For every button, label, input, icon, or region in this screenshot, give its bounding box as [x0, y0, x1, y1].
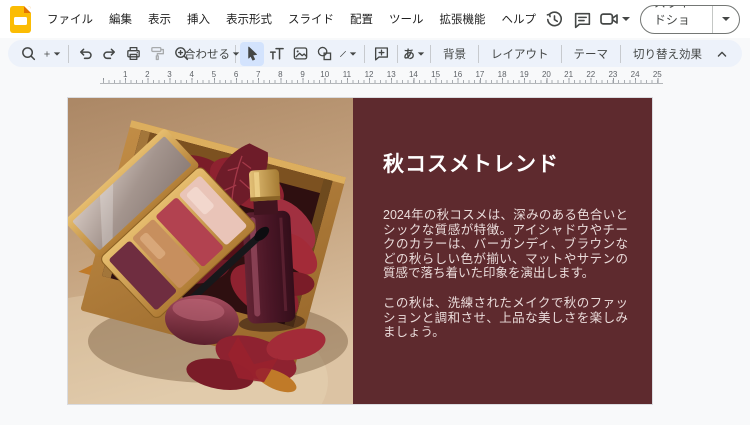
new-slide-button[interactable]: [40, 42, 64, 66]
slideshow-dropdown[interactable]: [711, 5, 739, 33]
background-button[interactable]: 背景: [435, 42, 474, 66]
collapse-menus-icon[interactable]: [710, 42, 734, 66]
slide-canvas[interactable]: 秋コスメトレンド 2024年の秋コスメは、深みのある色合いとシックな質感が特徴。…: [67, 97, 653, 405]
insert-comment-icon[interactable]: [369, 42, 393, 66]
menu-edit[interactable]: 編集: [101, 7, 140, 31]
slide-paragraph-1[interactable]: 2024年の秋コスメは、深みのある色合いとシックな質感が特徴。アイシャドウやチー…: [383, 208, 628, 281]
menu-list: ファイル 編集 表示 挿入 表示形式 スライド 配置 ツール 拡張機能 ヘルプ: [39, 7, 544, 31]
slide-paragraph-2[interactable]: この秋は、洗練されたメイクで秋のファッションと調和させ、上品な美しさを楽しみまし…: [383, 296, 628, 340]
theme-button[interactable]: テーマ: [566, 42, 617, 66]
menu-view[interactable]: 表示: [140, 7, 179, 31]
menu-insert[interactable]: 挿入: [179, 7, 218, 31]
insert-image-icon[interactable]: [288, 42, 312, 66]
new-slide-caret[interactable]: [53, 51, 61, 56]
menu-format[interactable]: 表示形式: [218, 7, 280, 31]
slide-text-panel[interactable]: 秋コスメトレンド 2024年の秋コスメは、深みのある色合いとシックな質感が特徴。…: [353, 98, 652, 404]
cosmetics-photo[interactable]: [68, 98, 353, 404]
insert-line-icon[interactable]: [336, 42, 360, 66]
version-history-icon[interactable]: [544, 4, 565, 34]
transition-button[interactable]: 切り替え効果: [625, 42, 710, 66]
zoom-fit-selector[interactable]: 合わせる: [184, 42, 240, 66]
menu-slide[interactable]: スライド: [280, 7, 342, 31]
slideshow-button[interactable]: スライドショー: [641, 6, 712, 33]
ruler-baseline: [100, 83, 663, 84]
layout-button[interactable]: レイアウト: [483, 42, 557, 66]
camera-dropdown-caret[interactable]: [621, 17, 630, 21]
text-box-icon[interactable]: [264, 42, 288, 66]
menu-arrange[interactable]: 配置: [342, 7, 381, 31]
slide-title[interactable]: 秋コスメトレンド: [383, 148, 628, 178]
menu-help[interactable]: ヘルプ: [494, 7, 545, 31]
slideshow-button-group: スライドショー: [639, 4, 740, 34]
input-tools-button[interactable]: あ: [402, 42, 426, 66]
undo-icon[interactable]: [73, 42, 97, 66]
search-icon[interactable]: [16, 42, 40, 66]
redo-icon[interactable]: [97, 42, 121, 66]
select-cursor-icon[interactable]: [240, 41, 264, 66]
paint-format-icon[interactable]: [145, 42, 169, 66]
menu-bar: ファイル 編集 表示 挿入 表示形式 スライド 配置 ツール 拡張機能 ヘルプ: [0, 0, 750, 38]
print-icon[interactable]: [121, 42, 145, 66]
horizontal-ruler[interactable]: 1 2 3 4 5 6 7 8 9 10 11 12 13 14 15 16 17 18 19 20 21 22 23 24 2…: [0, 69, 750, 86]
menu-extensions[interactable]: 拡張機能: [432, 7, 494, 31]
line-caret[interactable]: [349, 51, 357, 56]
slides-logo-icon[interactable]: [10, 5, 31, 33]
menu-tools[interactable]: ツール: [381, 7, 432, 31]
menu-file[interactable]: ファイル: [39, 7, 101, 31]
meet-camera-button[interactable]: [599, 9, 630, 29]
toolbar: 合わせる あ 背景 レイアウト テーマ 切り替え効果: [8, 40, 742, 67]
comments-icon[interactable]: [571, 4, 592, 34]
insert-shape-icon[interactable]: [312, 42, 336, 66]
